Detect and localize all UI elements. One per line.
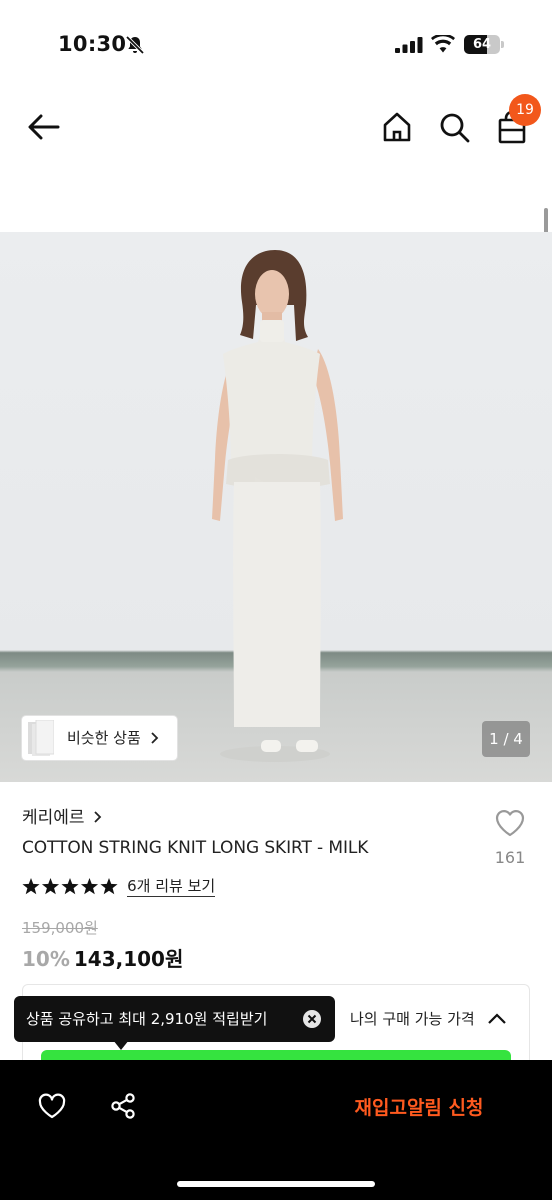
star-rating	[22, 877, 118, 894]
model-illustration	[212, 250, 343, 762]
tooltip-arrow	[113, 1040, 129, 1050]
home-icon[interactable]	[380, 110, 414, 144]
brand-name: 케리에르	[22, 808, 85, 828]
chevron-right-icon	[93, 811, 101, 823]
discount-rate: 10%	[22, 947, 70, 971]
chevron-right-icon	[151, 732, 159, 744]
bottom-action-bar	[0, 1060, 552, 1200]
star-icon	[61, 877, 79, 894]
cart-count-badge: 19	[509, 94, 541, 126]
status-time: 10:30	[58, 32, 127, 56]
cellular-signal-icon	[395, 37, 423, 53]
star-icon	[80, 877, 99, 894]
wifi-icon	[431, 35, 455, 53]
wish-count: 161	[494, 848, 526, 867]
product-photo[interactable]	[0, 232, 552, 782]
heart-icon[interactable]	[37, 1091, 67, 1121]
star-icon	[100, 877, 118, 894]
similar-thumbnail	[28, 720, 54, 756]
star-icon	[22, 877, 40, 894]
my-price-label[interactable]: 나의 구매 가능 가격	[350, 1008, 475, 1029]
image-page-counter: 1 / 4	[482, 721, 530, 757]
bell-off-icon	[125, 35, 145, 55]
tooltip-text: 상품 공유하고 최대 2,910원 적립받기	[26, 1010, 268, 1028]
battery-indicator: 64	[464, 35, 504, 55]
share-reward-tooltip: 상품 공유하고 최대 2,910원 적립받기	[14, 996, 335, 1042]
home-indicator	[177, 1181, 375, 1187]
close-icon[interactable]	[302, 1009, 322, 1029]
chevron-up-icon[interactable]	[486, 1010, 508, 1028]
back-arrow-icon[interactable]	[24, 110, 64, 144]
similar-products-label: 비슷한 상품	[67, 729, 141, 747]
restock-alert-button[interactable]: 재입고알림 신청	[330, 1088, 508, 1128]
top-nav	[0, 90, 552, 170]
product-title: COTTON STRING KNIT LONG SKIRT - MILK	[22, 838, 369, 858]
similar-products-button[interactable]: 비슷한 상품	[22, 716, 177, 760]
original-price: 159,000원	[22, 919, 98, 937]
sale-price: 143,100원	[73, 947, 184, 971]
brand-link[interactable]: 케리에르	[22, 803, 103, 828]
search-icon[interactable]	[437, 110, 471, 144]
star-icon	[41, 877, 60, 894]
status-bar: 10:30 64	[0, 0, 552, 90]
battery-level: 64	[472, 37, 492, 52]
price-row: 10% 143,100원	[22, 943, 183, 972]
share-icon[interactable]	[108, 1091, 138, 1121]
heart-icon[interactable]	[493, 806, 527, 840]
rating-row: 6개 리뷰 보기	[22, 876, 216, 900]
review-link[interactable]: 6개 리뷰 보기	[127, 876, 216, 897]
